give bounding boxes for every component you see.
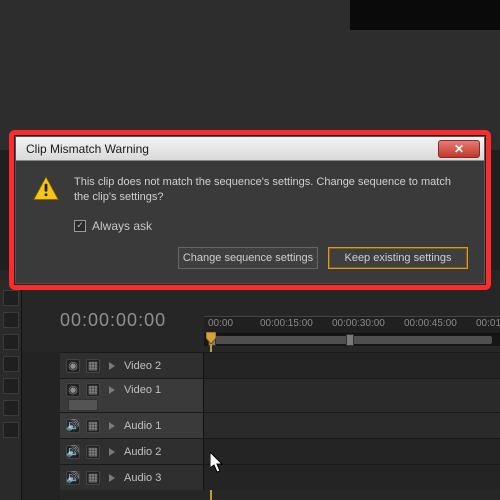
track-lane[interactable] xyxy=(204,439,500,464)
always-ask-row[interactable]: Always ask xyxy=(74,219,468,233)
tool-button[interactable] xyxy=(3,422,19,438)
track-lane[interactable] xyxy=(204,413,500,438)
lock-icon[interactable]: ▦ xyxy=(86,383,100,397)
track-label: Audio 3 xyxy=(124,472,161,484)
speaker-icon[interactable]: 🔊 xyxy=(66,445,80,459)
expand-icon[interactable] xyxy=(109,362,115,370)
lock-icon[interactable]: ▦ xyxy=(86,471,100,485)
track-header[interactable]: 🔊 ▦ Audio 1 xyxy=(60,413,204,438)
lock-icon[interactable]: ▦ xyxy=(86,359,100,373)
track-audio-2: 🔊 ▦ Audio 2 xyxy=(60,438,500,464)
thumbnail-placeholder xyxy=(68,399,98,411)
eye-icon[interactable]: ◉ xyxy=(66,383,80,397)
track-label: Video 1 xyxy=(124,384,161,396)
lock-icon[interactable]: ▦ xyxy=(86,419,100,433)
lock-icon[interactable]: ▦ xyxy=(86,445,100,459)
track-lane[interactable] xyxy=(204,379,500,412)
work-area-bar[interactable] xyxy=(204,334,500,346)
dialog-title: Clip Mismatch Warning xyxy=(26,142,149,156)
track-label: Video 2 xyxy=(124,360,161,372)
ruler-tick: 00:00:15:00 xyxy=(260,318,313,329)
tool-button[interactable] xyxy=(3,378,19,394)
change-sequence-settings-button[interactable]: Change sequence settings xyxy=(178,247,318,269)
tool-button[interactable] xyxy=(3,356,19,372)
close-icon: ✕ xyxy=(454,142,464,156)
track-video-1: ◉ ▦ Video 1 xyxy=(60,378,500,412)
track-header[interactable]: 🔊 ▦ Audio 3 xyxy=(60,465,204,490)
always-ask-label: Always ask xyxy=(92,219,152,233)
tutorial-highlight: Clip Mismatch Warning ✕ This clip does n… xyxy=(9,130,491,290)
track-label: Audio 1 xyxy=(124,420,161,432)
time-ruler[interactable]: 00:00 00:00:15:00 00:00:30:00 00:00:45:0… xyxy=(204,316,500,334)
expand-icon[interactable] xyxy=(109,386,115,394)
track-lane[interactable] xyxy=(204,465,500,490)
track-audio-3: 🔊 ▦ Audio 3 xyxy=(60,464,500,490)
expand-icon[interactable] xyxy=(109,448,115,456)
speaker-icon[interactable]: 🔊 xyxy=(66,471,80,485)
dialog-body: This clip does not match the sequence's … xyxy=(16,161,484,283)
ruler-tick: 00:00:45:00 xyxy=(404,318,457,329)
track-header[interactable]: ◉ ▦ Video 2 xyxy=(60,353,204,378)
track-lane[interactable] xyxy=(204,353,500,378)
track-label: Audio 2 xyxy=(124,446,161,458)
tool-button[interactable] xyxy=(3,312,19,328)
track-audio-1: 🔊 ▦ Audio 1 xyxy=(60,412,500,438)
warning-icon xyxy=(32,175,60,203)
tool-button[interactable] xyxy=(3,400,19,416)
panel-top-dark xyxy=(350,0,500,30)
tool-strip xyxy=(0,280,22,500)
tool-button[interactable] xyxy=(3,290,19,306)
clip-mismatch-dialog: Clip Mismatch Warning ✕ This clip does n… xyxy=(15,136,485,284)
dialog-titlebar[interactable]: Clip Mismatch Warning ✕ xyxy=(16,137,484,161)
expand-icon[interactable] xyxy=(109,474,115,482)
expand-icon[interactable] xyxy=(109,422,115,430)
track-header[interactable]: ◉ ▦ Video 1 xyxy=(60,379,204,412)
track-side-column xyxy=(22,352,60,500)
eye-icon[interactable]: ◉ xyxy=(66,359,80,373)
tool-button[interactable] xyxy=(3,334,19,350)
speaker-icon[interactable]: 🔊 xyxy=(66,419,80,433)
ruler-tick: 00:01 xyxy=(476,318,500,329)
dialog-message: This clip does not match the sequence's … xyxy=(74,175,468,205)
track-video-2: ◉ ▦ Video 2 xyxy=(60,352,500,378)
always-ask-checkbox[interactable] xyxy=(74,220,86,232)
keep-existing-settings-button[interactable]: Keep existing settings xyxy=(328,247,468,269)
close-button[interactable]: ✕ xyxy=(438,140,480,158)
ruler-tick: 00:00:30:00 xyxy=(332,318,385,329)
current-timecode[interactable]: 00:00:00:00 xyxy=(60,310,166,331)
track-header[interactable]: 🔊 ▦ Audio 2 xyxy=(60,439,204,464)
track-list: ◉ ▦ Video 2 ◉ ▦ Video 1 🔊 ▦ Audio 1 xyxy=(60,352,500,490)
work-area-handle-right[interactable] xyxy=(346,334,354,346)
ruler-tick: 00:00 xyxy=(208,318,233,329)
